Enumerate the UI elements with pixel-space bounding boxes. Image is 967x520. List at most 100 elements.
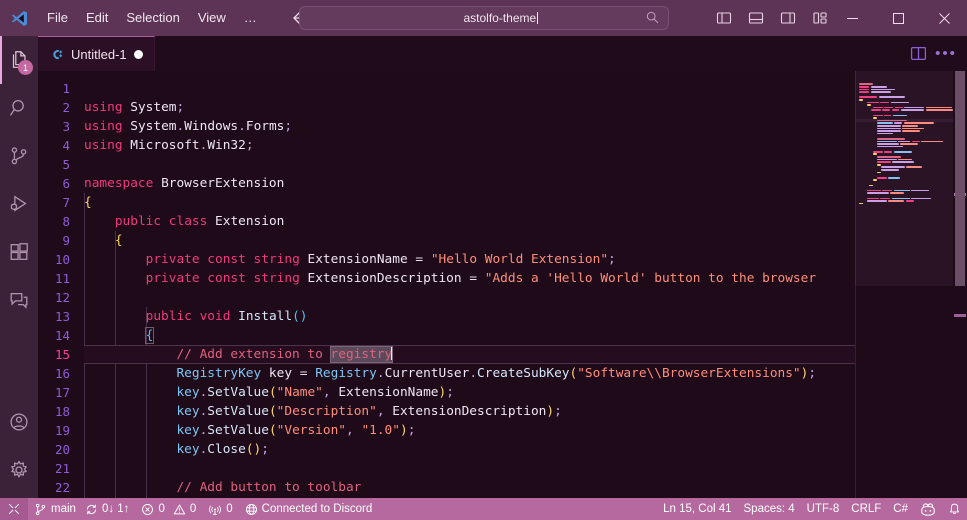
minimize-button[interactable] (829, 0, 875, 36)
layout-panel-icon[interactable] (747, 9, 765, 27)
layout-sidebar-right-icon[interactable] (779, 9, 797, 27)
line-number: 4 (62, 138, 70, 153)
bell-icon (949, 503, 960, 514)
status-bar: main 0↓ 1↑ 0 0 0 Connected to Discord Ln… (0, 498, 967, 520)
status-ports-count: 0 (226, 503, 233, 515)
tab-untitled-1[interactable]: Untitled-1 (38, 36, 155, 71)
copilot-icon (921, 502, 935, 516)
error-icon (142, 503, 154, 515)
line-number: 11 (54, 271, 70, 286)
extensions-icon (10, 243, 28, 260)
code-line: // Add button to toolbar (176, 480, 362, 495)
code-line: key.SetValue("Version", "1.0"); (176, 423, 416, 438)
line-number-active: 15 (54, 347, 70, 362)
gear-icon (11, 460, 27, 478)
status-eol[interactable]: CRLF (845, 498, 887, 520)
code-line: public void Install() (145, 309, 308, 324)
activity-explorer[interactable]: 1 (0, 36, 38, 84)
line-number: 23 (38, 497, 84, 498)
unsaved-indicator-icon[interactable] (133, 49, 143, 59)
line-number: 8 (62, 214, 70, 229)
ellipsis-icon: ••• (935, 44, 957, 62)
maximize-button[interactable] (875, 0, 921, 36)
git-branch-icon (35, 503, 46, 515)
status-remote-host[interactable] (0, 498, 28, 520)
editor-more-actions-button[interactable]: ••• (935, 44, 957, 63)
status-discord[interactable]: Connected to Discord (239, 498, 379, 520)
activity-chat[interactable] (0, 276, 38, 324)
status-warning-count: 0 (189, 503, 197, 515)
line-number: 10 (54, 252, 70, 267)
line-number: 19 (54, 423, 70, 438)
line-number: 1 (62, 81, 70, 96)
vscode-logo-icon (0, 9, 38, 28)
menu-edit[interactable]: Edit (77, 6, 117, 30)
code-line: ToolStripButton button = new ToolStripBu… (84, 497, 855, 498)
code-line: private const string ExtensionDescriptio… (145, 271, 817, 286)
activity-run-debug[interactable] (0, 180, 38, 228)
code-content[interactable]: using System; using System.Windows.Forms… (84, 71, 855, 498)
menu-file[interactable]: File (38, 6, 77, 30)
editor-actions: ••• (897, 36, 967, 71)
activity-bar: 1 (0, 36, 38, 498)
line-number: 17 (54, 385, 70, 400)
layout-sidebar-left-icon[interactable] (715, 9, 733, 27)
editor-vertical-scrollbar[interactable] (953, 71, 967, 498)
code-line: using System.Windows.Forms; (84, 119, 293, 134)
scrollbar-thumb[interactable] (955, 71, 965, 286)
line-number: 6 (62, 176, 70, 191)
layout-controls (715, 9, 829, 27)
status-notifications[interactable] (942, 498, 967, 520)
activity-settings[interactable] (0, 446, 38, 494)
workbench-body: 1 Untitled-1 ••• 1 2 3 4 5 6 7 8 9 10 11… (0, 36, 967, 498)
globe-icon (245, 503, 257, 515)
code-line: private const string ExtensionName = "He… (145, 252, 616, 267)
title-bar: File Edit Selection View … astolfo-theme (0, 0, 967, 36)
status-problems[interactable]: 0 0 (135, 498, 202, 520)
line-number: 20 (54, 442, 70, 457)
layout-customize-icon[interactable] (811, 9, 829, 27)
menu-selection[interactable]: Selection (117, 6, 188, 30)
account-icon (10, 413, 28, 431)
code-line: using System; (84, 100, 185, 115)
tabs-empty-space (154, 36, 897, 71)
scrollbar-decoration (954, 314, 966, 317)
line-number: 21 (54, 461, 70, 476)
close-button[interactable] (921, 0, 967, 36)
command-center[interactable]: astolfo-theme (298, 6, 669, 30)
status-ports[interactable]: 0 (202, 498, 238, 520)
status-indentation[interactable]: Spaces: 4 (738, 498, 801, 520)
status-cursor-position[interactable]: Ln 15, Col 41 (657, 498, 737, 520)
line-number-gutter: 1 2 3 4 5 6 7 8 9 10 11 12 13 14 15 16 1 (38, 71, 84, 498)
code-line: { (144, 327, 155, 344)
menu-more[interactable]: … (235, 6, 266, 30)
menu-view[interactable]: View (189, 6, 235, 30)
line-number: 5 (62, 157, 70, 172)
code-line: namespace BrowserExtension (84, 176, 285, 191)
chat-icon (10, 292, 28, 309)
menu-bar: File Edit Selection View … (38, 6, 266, 30)
status-branch-label: main (51, 503, 76, 515)
minimap-slider[interactable] (855, 71, 953, 286)
status-language-mode[interactable]: C# (887, 498, 914, 520)
status-encoding[interactable]: UTF-8 (801, 498, 846, 520)
highlighted-word: registry (329, 346, 394, 363)
line-number: 7 (62, 195, 70, 210)
minimap[interactable] (855, 71, 953, 498)
status-copilot[interactable] (914, 498, 942, 520)
activity-extensions[interactable] (0, 228, 38, 276)
line-number: 9 (62, 233, 70, 248)
code-editor[interactable]: 1 2 3 4 5 6 7 8 9 10 11 12 13 14 15 16 1 (38, 71, 967, 498)
code-line: key.Close(); (176, 442, 269, 457)
status-branch[interactable]: main 0↓ 1↑ (28, 498, 135, 520)
activity-source-control[interactable] (0, 132, 38, 180)
csharp-file-icon (49, 47, 64, 62)
line-number: 13 (54, 309, 70, 324)
status-error-count: 0 (158, 503, 165, 515)
activity-account[interactable] (0, 398, 38, 446)
sync-icon (86, 504, 96, 514)
split-editor-right-button[interactable] (909, 45, 927, 63)
activity-search[interactable] (0, 84, 38, 132)
